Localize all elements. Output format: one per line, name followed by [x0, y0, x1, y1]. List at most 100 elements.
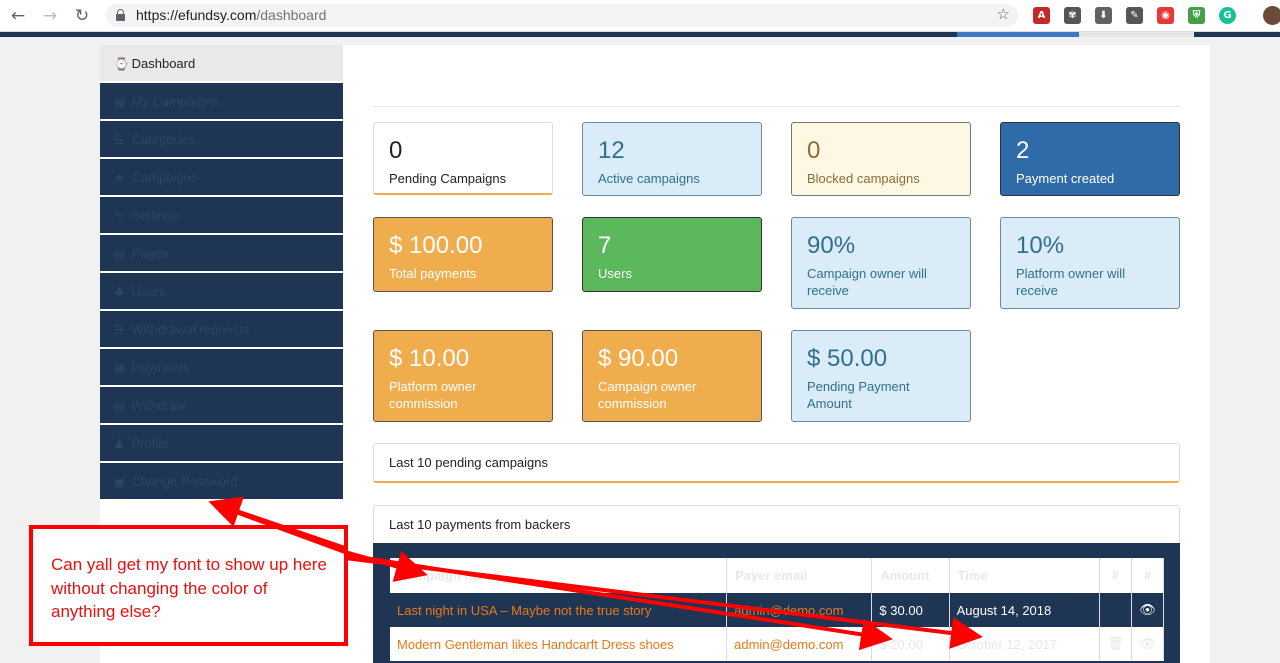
sidebar-item-label: Profile [131, 436, 169, 451]
forward-arrow-icon[interactable]: → [40, 6, 60, 26]
adobe-extension-icon[interactable]: A [1033, 7, 1050, 24]
stat-value: $ 50.00 [807, 345, 888, 372]
stat-users: 7 Users [582, 217, 762, 292]
stat-campaign-owner-share: 90% Campaign owner will receive [791, 217, 971, 309]
back-arrow-icon[interactable]: ← [8, 6, 28, 26]
stat-value: 10% [1016, 232, 1065, 259]
payments-table: Campaign name Payer email Amount Time # … [390, 558, 1165, 661]
wrench-icon: ✎ [114, 209, 125, 223]
amount-cell: $ 20.00 [871, 627, 950, 661]
stat-label: Total payments [389, 266, 477, 281]
list-icon: ☰ [114, 323, 125, 337]
column-header[interactable]: Payer email [726, 558, 873, 593]
page-icon: ▤ [114, 247, 126, 261]
stat-label: Blocked campaigns [807, 171, 920, 186]
lock-icon [116, 9, 125, 21]
sidebar-item-label: Categories [131, 132, 195, 147]
stat-label: Active campaigns [598, 171, 700, 186]
users-icon: ♣ [114, 285, 125, 299]
column-header[interactable]: Campaign name [390, 558, 728, 593]
stat-label: Campaign owner will receive [807, 266, 927, 298]
stat-value: $ 90.00 [598, 345, 679, 372]
delete-icon[interactable] [1099, 593, 1132, 627]
sidebar-item-my-campaigns[interactable]: ▦ My Campaigns [100, 83, 343, 120]
stat-value: $ 10.00 [389, 345, 470, 372]
sidebar-item-label: Pages [131, 246, 169, 261]
panel-title: Last 10 pending campaigns [389, 455, 549, 470]
stat-value: 90% [807, 232, 856, 259]
site-header-strip [0, 32, 1280, 37]
sidebar-item-withdrawal-requests[interactable]: ☰ Withdrawal requests [100, 311, 343, 348]
sidebar-item-profile[interactable]: ♟ Profile [100, 425, 343, 462]
sidebar-item-dashboard[interactable]: ⌚ Dashboard [100, 45, 343, 82]
stat-label: Payment created [1016, 171, 1115, 186]
stat-total-payments: $ 100.00 Total payments [373, 217, 553, 292]
table-row: Modern Gentleman likes Handcarft Dress s… [390, 627, 1165, 661]
stat-value: 0 [807, 137, 821, 164]
sidebar-item-label: Change Password [131, 474, 238, 489]
sidebar-item-label: Withdraw [131, 398, 186, 413]
sidebar-item-label: Settings [131, 208, 179, 223]
bookmark-star-icon[interactable]: ☆ [997, 5, 1010, 23]
sidebar-item-label: My Campaigns [131, 94, 219, 109]
sidebar-item-payments[interactable]: ▦ Payments [100, 349, 343, 386]
globe-extension-icon[interactable]: ✾ [1064, 7, 1081, 24]
stat-label: Platform owner commission [389, 379, 477, 411]
column-header: # [1131, 558, 1165, 593]
column-header[interactable]: Time [949, 558, 1100, 593]
dropper-extension-icon[interactable]: ✎ [1126, 7, 1143, 24]
download-extension-icon[interactable]: ⬇ [1095, 7, 1112, 24]
payments-table-container: Campaign name Payer email Amount Time # … [373, 543, 1180, 663]
campaign-link[interactable]: Last night in USA – Maybe not the true s… [390, 593, 728, 627]
star-icon: ★ [114, 171, 125, 185]
lock-icon: ▣ [114, 475, 126, 489]
table-header-row: Campaign name Payer email Amount Time # … [390, 558, 1165, 593]
profile-avatar[interactable] [1263, 6, 1280, 25]
stat-label: Users [598, 266, 632, 281]
eye-icon[interactable]: 👁 [1131, 627, 1165, 661]
reload-icon[interactable]: ↻ [72, 6, 92, 26]
column-header: # [1099, 558, 1132, 593]
sidebar-item-pages[interactable]: ▤ Pages [100, 235, 343, 272]
sidebar-item-categories[interactable]: ☰ Categories [100, 121, 343, 158]
stat-value: $ 100.00 [389, 232, 483, 259]
stat-pending-payment-amount: $ 50.00 Pending Payment Amount [791, 330, 971, 422]
stat-payment-created: 2 Payment created [1000, 122, 1180, 196]
payer-email-link[interactable]: admin@demo.com [726, 593, 873, 627]
stat-blocked-campaigns: 0 Blocked campaigns [791, 122, 971, 196]
table-row: Last night in USA – Maybe not the true s… [390, 593, 1165, 627]
payments-icon: ▦ [114, 361, 126, 375]
stat-value: 0 [389, 137, 403, 164]
trash-icon[interactable]: 🗑 [1099, 627, 1132, 661]
sidebar-item-change-password[interactable]: ▣ Change Password [100, 463, 343, 500]
stat-label: Pending Payment Amount [807, 379, 910, 411]
annotation-callout: Can yall get my font to show up here wit… [29, 525, 348, 646]
payer-email-link[interactable]: admin@demo.com [726, 627, 873, 661]
url-text: https://efundsy.com/dashboard [136, 7, 327, 23]
address-bar[interactable]: https://efundsy.com/dashboard ☆ [106, 4, 1018, 27]
campaign-link[interactable]: Modern Gentleman likes Handcarft Dress s… [390, 627, 728, 661]
camera-extension-icon[interactable]: ◉ [1157, 7, 1174, 24]
sidebar-item-settings[interactable]: ✎ Settings [100, 197, 343, 234]
sidebar-item-label: Dashboard [131, 56, 196, 71]
sidebar-item-withdraw[interactable]: ▤ Withdraw [100, 387, 343, 424]
stat-active-campaigns: 12 Active campaigns [582, 122, 762, 196]
stat-campaign-owner-commission: $ 90.00 Campaign owner commission [582, 330, 762, 422]
stat-value: 12 [598, 137, 625, 164]
eye-icon[interactable]: 👁 [1131, 593, 1165, 627]
shield-extension-icon[interactable]: ⛨ [1188, 7, 1205, 24]
grammarly-extension-icon[interactable]: G [1219, 7, 1236, 24]
annotation-text: Can yall get my font to show up here wit… [51, 555, 327, 621]
list-icon: ☰ [114, 133, 125, 147]
sidebar-item-label: Users [131, 284, 166, 299]
sidebar-item-users[interactable]: ♣ Users [100, 273, 343, 310]
payments-panel: Last 10 payments from backers [373, 505, 1180, 545]
dashboard-icon: ⌚ [114, 57, 129, 71]
stat-label: Campaign owner commission [598, 379, 697, 411]
amount-cell: $ 30.00 [871, 593, 950, 627]
column-header[interactable]: Amount [871, 558, 950, 593]
content-divider [373, 106, 1181, 107]
stat-platform-owner-commission: $ 10.00 Platform owner commission [373, 330, 553, 422]
withdraw-icon: ▤ [114, 399, 126, 413]
sidebar-item-campaigns[interactable]: ★ Campaigns [100, 159, 343, 196]
